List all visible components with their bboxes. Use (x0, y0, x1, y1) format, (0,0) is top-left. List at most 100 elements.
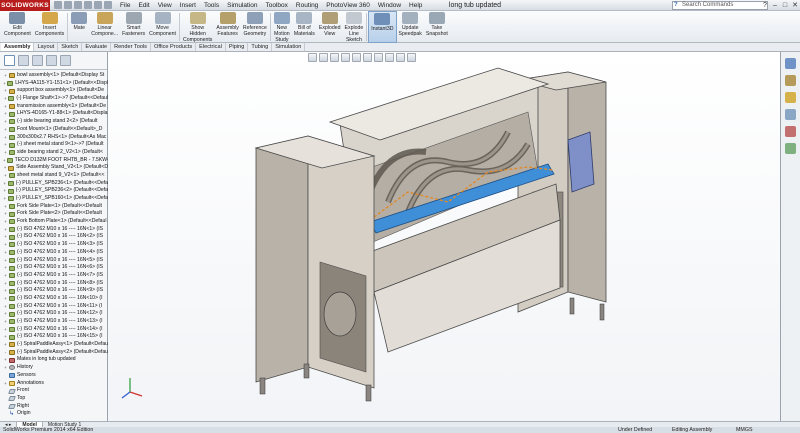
expand-toggle-icon[interactable]: + (3, 249, 8, 257)
expand-toggle-icon[interactable]: + (3, 187, 7, 195)
expand-toggle-icon[interactable]: + (3, 95, 7, 103)
tree-item[interactable]: + (-) ISO 4762 M10 x 16 ---- 16N<14> (I (0, 326, 108, 334)
tree-item[interactable]: + Annotations (0, 380, 108, 388)
expand-toggle-icon[interactable]: + (3, 218, 8, 226)
tree-item[interactable]: + (-) SpiralPaddleAssy<1> (Default<Defau (0, 341, 108, 349)
ribbon-button-explode-line[interactable]: Explode Line Sketch (343, 11, 366, 43)
expand-toggle-icon[interactable]: + (3, 226, 8, 234)
tab-office-products[interactable]: Office Products (151, 43, 197, 51)
tree-item[interactable]: Top (0, 395, 108, 403)
expand-toggle-icon[interactable]: + (3, 280, 8, 288)
tree-item[interactable]: + (-) ISO 4762 M10 x 16 ---- 16N<1> (IS (0, 226, 108, 234)
ribbon-button-show-hidden[interactable]: Show Hidden Components (181, 11, 214, 43)
undo-icon[interactable] (94, 1, 102, 9)
expand-toggle-icon[interactable]: + (3, 118, 8, 126)
search-commands-input[interactable]: Search Commands (672, 1, 768, 10)
tree-item[interactable]: + (-) ISO 4762 M10 x 16 ---- 16N<13> (I (0, 318, 108, 326)
tree-item[interactable]: + (-) ISO 4762 M10 x 16 ---- 16N<12> (I (0, 310, 108, 318)
tree-item[interactable]: + (-) ISO 4762 M10 x 16 ---- 16N<6> (IS (0, 264, 108, 272)
expand-toggle-icon[interactable]: + (3, 103, 8, 111)
tree-item[interactable]: + (-) ISO 4762 M10 x 16 ---- 16N<15> (I (0, 333, 108, 341)
expand-toggle-icon[interactable]: + (3, 295, 8, 303)
tree-item[interactable]: + (-) ISO 4762 M10 x 16 ---- 16N<3> (IS (0, 241, 108, 249)
tab-simulation[interactable]: Simulation (272, 43, 306, 51)
expand-toggle-icon[interactable]: + (3, 164, 7, 172)
expand-toggle-icon[interactable]: + (3, 341, 8, 349)
tree-item[interactable]: + Fork Side Plate<1> (Default<<Default (0, 203, 108, 211)
feature-manager-tab-icon[interactable] (4, 55, 15, 66)
expand-toggle-icon[interactable]: + (3, 272, 8, 280)
tree-item[interactable]: ↳ Origin (0, 410, 108, 418)
tree-item[interactable]: + (-) PULLEY_SPB236<2> (Default<<Defa (0, 187, 108, 195)
expand-toggle-icon[interactable]: + (3, 80, 6, 88)
expand-toggle-icon[interactable]: + (3, 195, 7, 203)
menu-item-file[interactable]: File (116, 0, 134, 11)
tab-piping[interactable]: Piping (226, 43, 249, 51)
ribbon-button-assembly-features[interactable]: Assembly Features (214, 11, 241, 43)
menu-item-view[interactable]: View (154, 0, 176, 11)
ribbon-button-reference-geometry[interactable]: Reference Geometry (241, 11, 269, 43)
property-manager-tab-icon[interactable] (18, 55, 29, 66)
ribbon-button-mate[interactable]: Mate (69, 11, 89, 43)
expand-toggle-icon[interactable]: + (3, 333, 8, 341)
tree-item[interactable]: + Mates in long tub updated (0, 356, 108, 364)
tree-item[interactable]: + (-) ISO 4762 M10 x 16 ---- 16N<7> (IS (0, 272, 108, 280)
menu-item-insert[interactable]: Insert (176, 0, 200, 11)
tree-item[interactable]: + sheet metal stand 9_V2<1> (Default<< (0, 172, 108, 180)
menu-item-tools[interactable]: Tools (200, 0, 223, 11)
print-icon[interactable] (84, 1, 92, 9)
expand-toggle-icon[interactable]: + (3, 110, 8, 118)
tree-item[interactable]: + (-) Flange Shaft<1>->? (Default<<Defaul (0, 95, 108, 103)
expand-toggle-icon[interactable]: + (3, 203, 8, 211)
tree-item[interactable]: + (-) ISO 4762 M10 x 16 ---- 16N<5> (IS (0, 257, 108, 265)
tree-item[interactable]: + TECO D132M FOOT RHTB_BR - 7.5KW< (0, 157, 108, 165)
tree-item[interactable]: + (-) PULLEY_SPB160<1> (Default<<Defa (0, 195, 108, 203)
configuration-manager-tab-icon[interactable] (32, 55, 43, 66)
ribbon-button-insert-components[interactable]: Insert Components (33, 11, 66, 43)
expand-toggle-icon[interactable]: + (3, 326, 8, 334)
tree-item[interactable]: + Fork Bottom Plate<1> (Default<<Defaul (0, 218, 108, 226)
menu-item-routing[interactable]: Routing (292, 0, 322, 11)
tree-item[interactable]: +300x300x2.7 RHS<1> (Default<As Mac (0, 134, 108, 142)
units-selector[interactable]: MMGS (736, 427, 752, 433)
file-explorer-icon[interactable] (785, 92, 796, 103)
menu-item-toolbox[interactable]: Toolbox (261, 0, 291, 11)
tree-item[interactable]: + (-) ISO 4762 M10 x 16 ---- 16N<10> (I (0, 295, 108, 303)
expand-toggle-icon[interactable]: + (3, 126, 8, 134)
expand-toggle-icon[interactable]: + (3, 310, 8, 318)
ribbon-button-snapshot[interactable]: Take Snapshot (424, 11, 450, 43)
expand-toggle-icon[interactable]: + (3, 72, 8, 80)
tab-sketch[interactable]: Sketch (58, 43, 83, 51)
solidworks-resources-icon[interactable] (785, 58, 796, 69)
ribbon-button-move-component[interactable]: Move Component (147, 11, 178, 43)
assembly-model[interactable] (108, 52, 780, 421)
tree-item[interactable]: + bowl assembly<1> (Default<Display St (0, 72, 108, 80)
expand-toggle-icon[interactable]: - (3, 349, 8, 357)
view-palette-icon[interactable] (785, 109, 796, 120)
ribbon-button-exploded-view[interactable]: Exploded View (317, 11, 343, 43)
graphics-area[interactable] (108, 52, 780, 421)
custom-properties-icon[interactable] (785, 143, 796, 154)
close-icon[interactable]: ✕ (790, 0, 800, 11)
tree-item[interactable]: Sensors (0, 372, 108, 380)
tab-assembly[interactable]: Assembly (1, 43, 35, 51)
tree-item[interactable]: Front (0, 387, 108, 395)
expand-toggle-icon[interactable]: + (3, 356, 8, 364)
open-icon[interactable] (64, 1, 72, 9)
save-icon[interactable] (74, 1, 82, 9)
feature-tree[interactable]: + bowl assembly<1> (Default<Display St + LH… (0, 72, 108, 418)
appearances-icon[interactable] (785, 126, 796, 137)
tab-render-tools[interactable]: Render Tools (111, 43, 151, 51)
expand-toggle-icon[interactable]: + (3, 264, 8, 272)
expand-toggle-icon[interactable]: + (3, 241, 8, 249)
tree-item[interactable]: + (-) ISO 4762 M10 x 16 ---- 16N<8> (IS (0, 280, 108, 288)
tree-item[interactable]: + (-) side bearing stand 2<2> (Default (0, 118, 108, 126)
tree-item[interactable]: + (-) ISO 4762 M10 x 16 ---- 16N<11> (I (0, 303, 108, 311)
expand-toggle-icon[interactable]: + (3, 364, 8, 372)
rebuild-icon[interactable] (104, 1, 112, 9)
expand-toggle-icon[interactable]: + (3, 172, 8, 180)
expand-toggle-icon[interactable]: + (3, 233, 8, 241)
tree-item[interactable]: + Fork Side Plate<2> (Default<<Default (0, 210, 108, 218)
expand-toggle-icon[interactable]: + (3, 87, 8, 95)
new-doc-icon[interactable] (54, 1, 62, 9)
